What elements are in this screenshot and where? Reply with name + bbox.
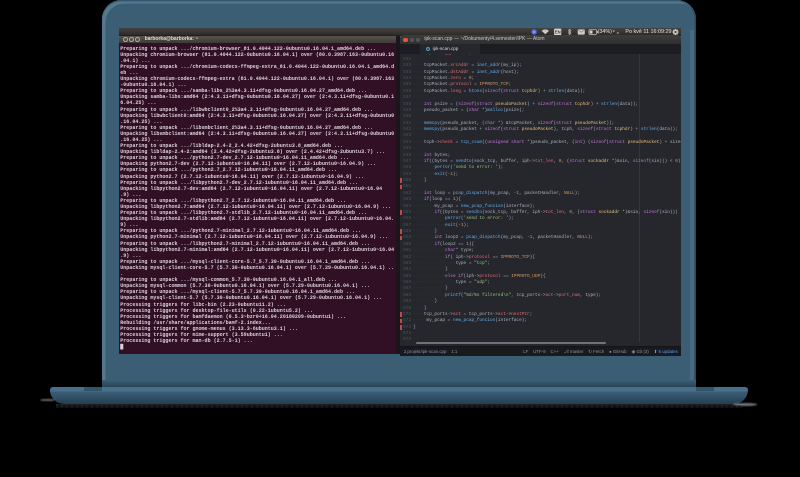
svg-text:EN: EN (554, 29, 560, 34)
